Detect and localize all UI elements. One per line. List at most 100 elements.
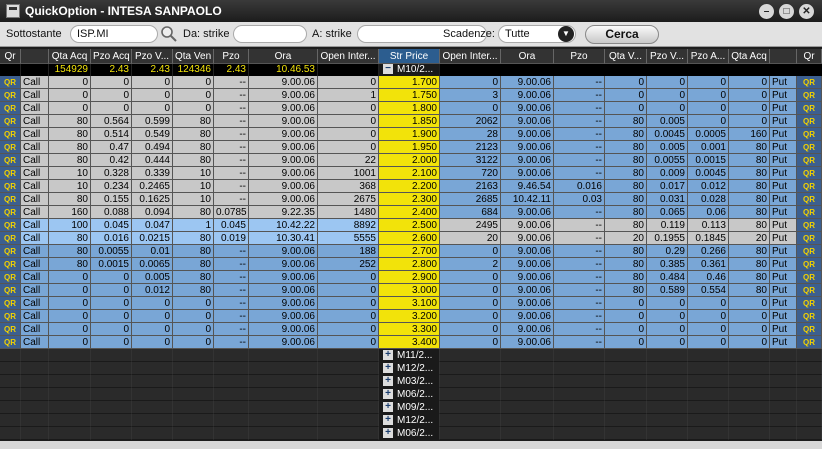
qr-icon[interactable]: QR (0, 206, 21, 219)
qr-icon[interactable]: QR (0, 102, 21, 115)
qr-icon[interactable]: QR (0, 310, 21, 323)
close-icon[interactable]: ✕ (799, 4, 814, 19)
qr-icon[interactable]: QR (797, 102, 822, 115)
expand-icon[interactable]: + (383, 389, 393, 400)
qr-icon[interactable]: QR (0, 180, 21, 193)
table-row[interactable]: QR Call 0 0 0 0 -- 9.00.06 0 3.400 0 9.00.06 -- 0 0 0 0 P… (0, 336, 822, 349)
table-row[interactable]: QR Call 80 0.016 0.0215 80 0.019 10.30.41 5555 2.… (0, 232, 822, 245)
column-header[interactable]: Open Inter... (318, 49, 379, 64)
expiry-toggle[interactable]: + M12/2... (379, 414, 440, 427)
column-header[interactable]: Pzo (554, 49, 605, 64)
table-row[interactable]: QR Call 80 0.0015 0.0065 80 -- 9.00.06 252 2.800 2… (0, 258, 822, 271)
expiry-toggle[interactable]: + M06/2... (379, 388, 440, 401)
table-row[interactable]: QR Call 80 0.514 0.549 80 -- 9.00.06 0 1.900 28 9.0… (0, 128, 822, 141)
expiry-row[interactable]: + M06/2... (0, 427, 822, 440)
expand-icon[interactable]: + (383, 428, 393, 439)
table-row[interactable]: QR Call 0 0 0 0 -- 9.00.06 0 3.100 0 9.00.06 -- 0 0 0 0 P… (0, 297, 822, 310)
expiry-row[interactable]: + M09/2... (0, 401, 822, 414)
column-header[interactable]: Open Inter... (440, 49, 501, 64)
qr-icon[interactable]: QR (0, 193, 21, 206)
column-header[interactable]: Pzo V... (647, 49, 688, 64)
qr-icon[interactable]: QR (0, 232, 21, 245)
qr-icon[interactable]: QR (797, 258, 822, 271)
qr-icon[interactable]: QR (797, 219, 822, 232)
column-header[interactable]: Pzo Acq (91, 49, 132, 64)
expiry-row[interactable]: + M12/2... (0, 362, 822, 375)
table-row[interactable]: QR Call 80 0.564 0.599 80 -- 9.00.06 0 1.850 2062 9… (0, 115, 822, 128)
table-row[interactable]: QR Call 160 0.088 0.094 80 0.0785 9.22.35 1480 2.… (0, 206, 822, 219)
column-header[interactable]: Str Price (379, 49, 440, 64)
qr-icon[interactable]: QR (797, 271, 822, 284)
column-header[interactable]: Qta Acq (729, 49, 770, 64)
qr-icon[interactable]: QR (0, 219, 21, 232)
table-row[interactable]: QR Call 0 0 0 0 -- 9.00.06 0 3.300 0 9.00.06 -- 0 0 0 0 P… (0, 323, 822, 336)
qr-icon[interactable]: QR (797, 297, 822, 310)
qr-icon[interactable]: QR (797, 154, 822, 167)
chevron-down-icon[interactable]: ▼ (558, 26, 574, 42)
qr-icon[interactable]: QR (797, 193, 822, 206)
table-row[interactable]: QR Call 10 0.328 0.339 10 -- 9.00.06 1001 2.100 72… (0, 167, 822, 180)
qr-icon[interactable]: QR (797, 76, 822, 89)
expiry-row[interactable]: + M03/2... (0, 375, 822, 388)
expand-icon[interactable]: + (383, 350, 393, 361)
qr-icon[interactable]: QR (0, 154, 21, 167)
table-row[interactable]: QR Call 0 0 0.012 80 -- 9.00.06 0 3.000 0 9.00.06 --… (0, 284, 822, 297)
qr-icon[interactable]: QR (0, 76, 21, 89)
qr-icon[interactable]: QR (0, 297, 21, 310)
qr-icon[interactable]: QR (797, 141, 822, 154)
expand-icon[interactable]: + (383, 363, 393, 374)
qr-icon[interactable]: QR (797, 232, 822, 245)
qr-icon[interactable]: QR (0, 245, 21, 258)
qr-icon[interactable]: QR (797, 284, 822, 297)
expiry-toggle[interactable]: + M11/2... (379, 349, 440, 362)
expiry-toggle[interactable]: + M06/2... (379, 427, 440, 440)
qr-icon[interactable]: QR (0, 336, 21, 349)
column-header[interactable]: Qta Ven (173, 49, 214, 64)
minimize-icon[interactable]: – (759, 4, 774, 19)
expiry-toggle[interactable]: + M09/2... (379, 401, 440, 414)
table-row[interactable]: QR Call 0 0 0 0 -- 9.00.06 0 3.200 0 9.00.06 -- 0 0 0 0 P… (0, 310, 822, 323)
qr-icon[interactable]: QR (797, 245, 822, 258)
expand-icon[interactable]: + (383, 402, 393, 413)
table-row[interactable]: QR Call 0 0 0 0 -- 9.00.06 0 1.700 0 9.00.06 -- 0 0 0 0 P… (0, 76, 822, 89)
qr-icon[interactable]: QR (797, 115, 822, 128)
search-icon[interactable] (160, 25, 178, 43)
maximize-icon[interactable]: □ (779, 4, 794, 19)
table-row[interactable]: QR Call 80 0.0055 0.01 80 -- 9.00.06 188 2.700 0 9.… (0, 245, 822, 258)
column-header[interactable]: Qta Acq (49, 49, 91, 64)
expiry-toggle[interactable]: + M12/2... (379, 362, 440, 375)
qr-icon[interactable]: QR (0, 141, 21, 154)
table-row[interactable]: QR Call 0 0 0 0 -- 9.00.06 0 1.800 0 9.00.06 -- 0 0 0 0 P… (0, 102, 822, 115)
expand-icon[interactable]: + (383, 415, 393, 426)
qr-icon[interactable]: QR (797, 89, 822, 102)
qr-icon[interactable]: QR (0, 115, 21, 128)
expiry-row[interactable]: + M06/2... (0, 388, 822, 401)
qr-icon[interactable]: QR (0, 271, 21, 284)
qr-icon[interactable]: QR (0, 284, 21, 297)
sottostante-input[interactable]: ISP.MI (70, 25, 158, 43)
table-row[interactable]: QR Call 10 0.234 0.2465 10 -- 9.00.06 368 2.200 21… (0, 180, 822, 193)
table-row[interactable]: QR Call 80 0.42 0.444 80 -- 9.00.06 22 2.000 3122 9… (0, 154, 822, 167)
qr-icon[interactable]: QR (797, 180, 822, 193)
collapse-icon[interactable]: − (383, 64, 393, 75)
qr-icon[interactable]: QR (797, 323, 822, 336)
expiry-toggle[interactable]: − M10/2... (379, 64, 440, 76)
qr-icon[interactable]: QR (0, 258, 21, 271)
table-row[interactable]: QR Call 0 0 0.005 80 -- 9.00.06 0 2.900 0 9.00.06 --… (0, 271, 822, 284)
table-row[interactable]: QR Call 80 0.47 0.494 80 -- 9.00.06 0 1.950 2123 9.… (0, 141, 822, 154)
table-row[interactable]: QR Call 80 0.155 0.1625 10 -- 9.00.06 2675 2.300 2… (0, 193, 822, 206)
table-row[interactable]: QR Call 100 0.045 0.047 1 0.045 10.42.22 8892 2.5… (0, 219, 822, 232)
cerca-button[interactable]: Cerca (585, 25, 659, 44)
qr-icon[interactable]: QR (797, 167, 822, 180)
da-strike-input[interactable] (233, 25, 307, 43)
expiry-toggle[interactable]: + M03/2... (379, 375, 440, 388)
qr-icon[interactable]: QR (0, 89, 21, 102)
qr-icon[interactable]: QR (797, 206, 822, 219)
column-header[interactable]: Pzo (214, 49, 249, 64)
column-header[interactable]: Ora (501, 49, 554, 64)
column-header[interactable]: Pzo A... (688, 49, 729, 64)
expiry-row[interactable]: + M12/2... (0, 414, 822, 427)
column-header[interactable]: Pzo V... (132, 49, 173, 64)
qr-icon[interactable]: QR (797, 310, 822, 323)
column-header[interactable]: Qta V... (605, 49, 647, 64)
